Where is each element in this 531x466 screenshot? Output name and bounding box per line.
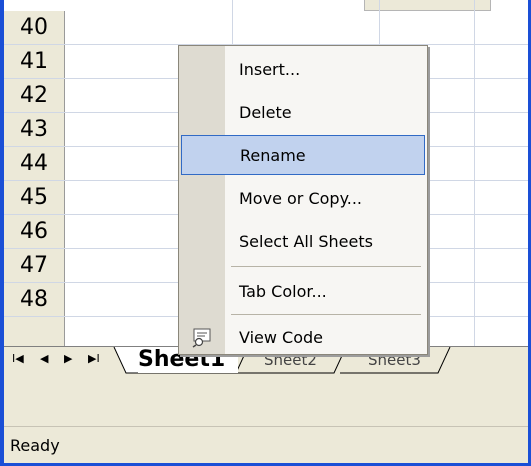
menu-item-label: Insert...	[239, 60, 301, 79]
menu-separator	[231, 266, 421, 267]
menu-item-tab-color[interactable]: Tab Color...	[181, 272, 425, 312]
sheet-tab-context-menu: Insert... Delete Rename Move or Copy... …	[178, 45, 428, 355]
row-header[interactable]: 41	[4, 45, 65, 78]
menu-item-delete[interactable]: Delete	[181, 93, 425, 133]
row-header[interactable]: 48	[4, 283, 65, 316]
menu-item-label: Delete	[239, 103, 292, 122]
row-header[interactable]: 43	[4, 113, 65, 146]
menu-item-label: Tab Color...	[239, 282, 327, 301]
row-header[interactable]: 40	[4, 11, 65, 44]
first-sheet-button[interactable]: I◀	[12, 352, 24, 366]
menu-item-select-all-sheets[interactable]: Select All Sheets	[181, 222, 425, 262]
menu-item-rename[interactable]: Rename	[181, 135, 425, 175]
row-header[interactable]	[4, 317, 65, 346]
toolbar-area	[4, 374, 528, 426]
menu-item-label: Rename	[240, 146, 306, 165]
next-sheet-button[interactable]: ▶	[64, 352, 72, 366]
menu-item-label: Move or Copy...	[239, 189, 363, 208]
row-header[interactable]: 45	[4, 181, 65, 214]
scroll-area-edge	[364, 0, 491, 11]
row-header[interactable]: 44	[4, 147, 65, 180]
grid-row[interactable]: 40	[4, 11, 528, 45]
row-header[interactable]: 46	[4, 215, 65, 248]
view-code-icon	[192, 328, 211, 348]
menu-item-label: Select All Sheets	[239, 232, 373, 251]
status-text: Ready	[10, 436, 60, 455]
menu-item-insert[interactable]: Insert...	[181, 50, 425, 90]
row-header[interactable]: 42	[4, 79, 65, 112]
menu-item-view-code[interactable]: View Code	[181, 318, 425, 358]
menu-item-label: View Code	[239, 328, 324, 347]
prev-sheet-button[interactable]: ◀	[40, 352, 48, 366]
status-bar: Ready	[4, 426, 528, 463]
last-sheet-button[interactable]: ▶I	[88, 352, 100, 366]
menu-item-move-or-copy[interactable]: Move or Copy...	[181, 179, 425, 219]
menu-separator	[231, 314, 421, 315]
row-header[interactable]: 47	[4, 249, 65, 282]
